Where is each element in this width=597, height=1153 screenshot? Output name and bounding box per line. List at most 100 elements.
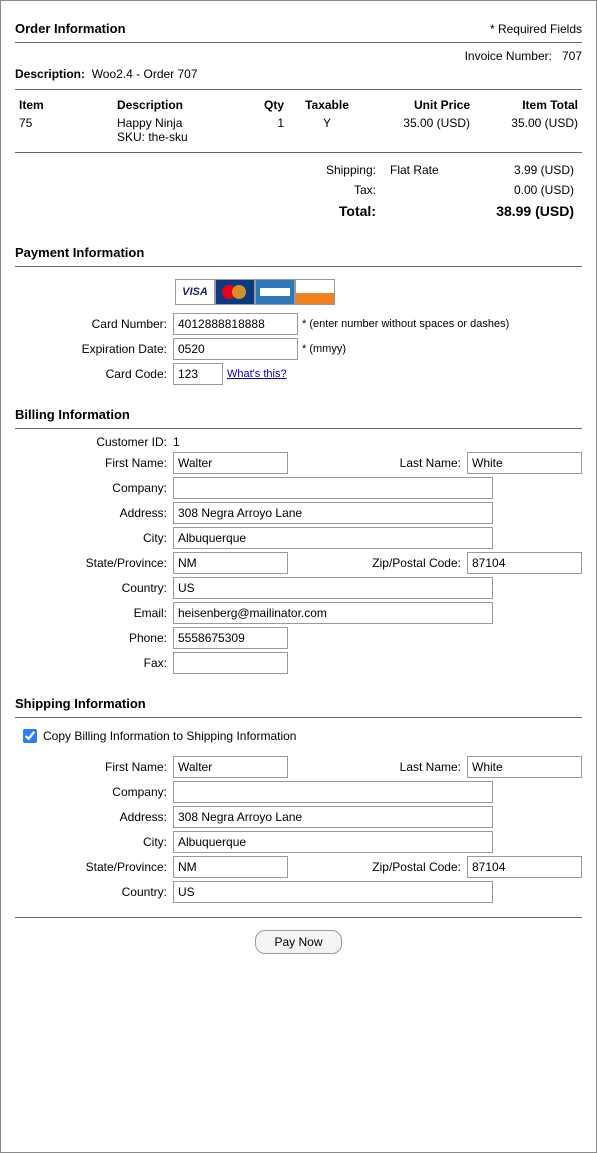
shipping-amount: 3.99 (USD): [478, 161, 580, 179]
card-code-input[interactable]: [173, 363, 223, 385]
order-header: Order Information * Required Fields: [15, 21, 582, 36]
bill-last-name-label: Last Name:: [288, 456, 467, 470]
item-sku: SKU: the-sku: [117, 130, 188, 144]
cell-description: Happy Ninja SKU: the-sku: [113, 114, 240, 146]
cell-item-total: 35.00 (USD): [474, 114, 582, 146]
bill-email-input[interactable]: [173, 602, 493, 624]
order-form: Order Information * Required Fields Invo…: [0, 0, 597, 1153]
mastercard-icon: [215, 279, 255, 305]
invoice-number: 707: [562, 49, 582, 63]
shipping-title: Shipping Information: [15, 696, 582, 711]
ship-state-input[interactable]: [173, 856, 288, 878]
ship-company-input[interactable]: [173, 781, 493, 803]
ship-first-name-label: First Name:: [15, 760, 173, 774]
totals-table: Shipping: Flat Rate 3.99 (USD) Tax: 0.00…: [15, 159, 582, 223]
col-taxable: Taxable: [288, 96, 366, 114]
total-amount: 38.99 (USD): [478, 201, 580, 221]
billing-title: Billing Information: [15, 407, 582, 422]
discover-icon: [295, 279, 335, 305]
bill-first-name-label: First Name:: [15, 456, 173, 470]
total-label: Total:: [17, 201, 382, 221]
divider: [15, 266, 582, 267]
invoice-line: Invoice Number: 707: [15, 49, 582, 63]
items-table: Item Description Qty Taxable Unit Price …: [15, 96, 582, 146]
divider: [15, 428, 582, 429]
bill-phone-input[interactable]: [173, 627, 288, 649]
invoice-label: Invoice Number:: [465, 49, 552, 63]
divider: [15, 42, 582, 43]
ship-city-label: City:: [15, 835, 173, 849]
bill-company-label: Company:: [15, 481, 173, 495]
ship-zip-input[interactable]: [467, 856, 582, 878]
table-row: 75 Happy Ninja SKU: the-sku 1 Y 35.00 (U…: [15, 114, 582, 146]
bill-country-input[interactable]: [173, 577, 493, 599]
ship-last-name-input[interactable]: [467, 756, 582, 778]
bill-state-label: State/Province:: [15, 556, 173, 570]
card-logos: VISA: [175, 279, 582, 305]
bill-zip-input[interactable]: [467, 552, 582, 574]
required-fields-note: * Required Fields: [490, 22, 582, 36]
ship-country-input[interactable]: [173, 881, 493, 903]
divider: [15, 152, 582, 153]
bill-fax-label: Fax:: [15, 656, 173, 670]
table-header-row: Item Description Qty Taxable Unit Price …: [15, 96, 582, 114]
ship-address-label: Address:: [15, 810, 173, 824]
ship-address-input[interactable]: [173, 806, 493, 828]
visa-icon: VISA: [175, 279, 215, 305]
amex-icon: [255, 279, 295, 305]
col-item-total: Item Total: [474, 96, 582, 114]
cell-item: 75: [15, 114, 113, 146]
ship-state-label: State/Province:: [15, 860, 173, 874]
card-code-label: Card Code:: [15, 367, 173, 381]
whats-this-link[interactable]: What's this?: [227, 368, 287, 380]
col-unit-price: Unit Price: [366, 96, 474, 114]
bill-zip-label: Zip/Postal Code:: [288, 556, 467, 570]
description-label: Description:: [15, 67, 85, 81]
ship-company-label: Company:: [15, 785, 173, 799]
expiration-hint: * (mmyy): [302, 343, 346, 355]
col-qty: Qty: [240, 96, 288, 114]
bill-last-name-input[interactable]: [467, 452, 582, 474]
tax-label: Tax:: [17, 181, 382, 199]
bill-state-input[interactable]: [173, 552, 288, 574]
card-number-label: Card Number:: [15, 317, 173, 331]
copy-billing-checkbox[interactable]: [23, 729, 37, 743]
bill-city-label: City:: [15, 531, 173, 545]
bill-phone-label: Phone:: [15, 631, 173, 645]
col-item: Item: [15, 96, 113, 114]
card-number-hint: * (enter number without spaces or dashes…: [302, 318, 509, 330]
col-description: Description: [113, 96, 240, 114]
divider: [15, 89, 582, 90]
expiration-input[interactable]: [173, 338, 298, 360]
shipping-label: Shipping:: [17, 161, 382, 179]
bill-address-input[interactable]: [173, 502, 493, 524]
copy-billing-label: Copy Billing Information to Shipping Inf…: [43, 729, 296, 743]
card-number-input[interactable]: [173, 313, 298, 335]
payment-title: Payment Information: [15, 245, 582, 260]
description-line: Description: Woo2.4 - Order 707: [15, 67, 582, 81]
bill-company-input[interactable]: [173, 477, 493, 499]
divider: [15, 917, 582, 918]
cell-taxable: Y: [288, 114, 366, 146]
customer-id-value: 1: [173, 435, 180, 449]
bill-email-label: Email:: [15, 606, 173, 620]
bill-fax-input[interactable]: [173, 652, 288, 674]
bill-country-label: Country:: [15, 581, 173, 595]
ship-first-name-input[interactable]: [173, 756, 288, 778]
item-name: Happy Ninja: [117, 116, 182, 130]
ship-city-input[interactable]: [173, 831, 493, 853]
customer-id-label: Customer ID:: [15, 435, 173, 449]
shipping-method: Flat Rate: [384, 161, 476, 179]
ship-country-label: Country:: [15, 885, 173, 899]
pay-now-button[interactable]: Pay Now: [255, 930, 341, 954]
bill-first-name-input[interactable]: [173, 452, 288, 474]
bill-address-label: Address:: [15, 506, 173, 520]
ship-zip-label: Zip/Postal Code:: [288, 860, 467, 874]
divider: [15, 717, 582, 718]
cell-qty: 1: [240, 114, 288, 146]
tax-amount: 0.00 (USD): [478, 181, 580, 199]
cell-unit-price: 35.00 (USD): [366, 114, 474, 146]
bill-city-input[interactable]: [173, 527, 493, 549]
ship-last-name-label: Last Name:: [288, 760, 467, 774]
order-title: Order Information: [15, 21, 126, 36]
